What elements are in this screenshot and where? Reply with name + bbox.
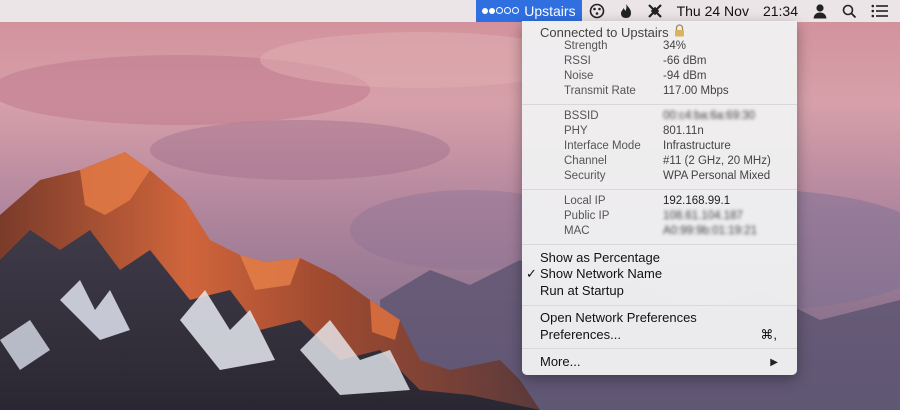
info-value: WPA Personal Mixed [663, 170, 771, 182]
menu-separator [522, 104, 797, 105]
wifi-status-menu-button[interactable]: Upstairs [476, 0, 582, 22]
preferences-shortcut: ⌘, [760, 327, 777, 342]
notification-center-icon[interactable] [864, 0, 900, 22]
info-key: Local IP [564, 195, 606, 207]
info-key: PHY [564, 125, 588, 137]
info-value: #11 (2 GHz, 20 MHz) [663, 155, 771, 167]
info-row-local-ip: Local IP 192.168.99.1 [564, 195, 794, 210]
connection-header: Connected to Upstairs [540, 24, 685, 40]
info-key: Transmit Rate [564, 85, 636, 97]
info-key: Public IP [564, 210, 610, 222]
user-icon[interactable] [805, 0, 835, 22]
info-row-phy: PHY 801.11n [564, 125, 794, 140]
wifi-network-name: Upstairs [524, 3, 576, 19]
info-row-bssid: BSSID 00:c4:ba:6a:69:30 [564, 110, 794, 125]
info-row-rssi: RSSI -66 dBm [564, 55, 794, 70]
info-row-mac: MAC A0:99:9b:01:19:21 [564, 225, 794, 240]
info-row-channel: Channel #11 (2 GHz, 20 MHz) [564, 155, 794, 170]
connected-network-label: Connected to Upstairs [540, 24, 669, 40]
show-as-percentage-menu-item[interactable]: Show as Percentage [540, 250, 790, 267]
info-key: RSSI [564, 55, 591, 67]
info-value: 801.11n [663, 125, 704, 137]
flame-app-icon[interactable] [612, 0, 640, 22]
tools-app-icon[interactable] [640, 0, 670, 22]
info-row-strength: Strength 34% [564, 40, 794, 55]
preferences-menu-item[interactable]: Preferences... ⌘, [540, 327, 790, 344]
info-row-noise: Noise -94 dBm [564, 70, 794, 85]
info-value: Infrastructure [663, 140, 731, 152]
show-network-name-label: Show Network Name [540, 266, 663, 281]
wifi-status-dropdown-menu: Connected to Upstairs Strength 34% RSSI -6… [522, 21, 797, 375]
info-value: -94 dBm [663, 70, 707, 82]
menu-bar: Upstairs Thu 24 Nov 21:34 [0, 0, 900, 22]
menu-separator [522, 189, 797, 190]
menu-separator [522, 348, 797, 349]
info-key: Strength [564, 40, 608, 52]
more-menu-item[interactable]: More... ▶ [540, 354, 790, 371]
clock-time[interactable]: 21:34 [756, 0, 805, 22]
info-row-transmit-rate: Transmit Rate 117.00 Mbps [564, 85, 794, 100]
spotlight-search-icon[interactable] [835, 0, 864, 22]
info-value: 192.168.99.1 [663, 195, 731, 207]
info-value-redacted: 00:c4:ba:6a:69:30 [663, 110, 756, 122]
info-value: 117.00 Mbps [663, 85, 729, 97]
info-key: Channel [564, 155, 607, 167]
lock-icon [674, 24, 685, 40]
checkmark-icon: ✓ [526, 266, 537, 281]
info-row-interface-mode: Interface Mode Infrastructure [564, 140, 794, 155]
submenu-arrow-icon: ▶ [770, 357, 778, 368]
more-label: More... [540, 354, 581, 369]
preferences-label: Preferences... [540, 327, 621, 342]
menu-separator [522, 244, 797, 245]
info-key: BSSID [564, 110, 599, 122]
info-value-redacted: A0:99:9b:01:19:21 [663, 225, 757, 237]
show-network-name-menu-item[interactable]: ✓ Show Network Name [526, 266, 790, 283]
info-key: Interface Mode [564, 140, 641, 152]
info-value: -66 dBm [663, 55, 707, 67]
wifi-strength-icon [482, 6, 520, 16]
info-row-security: Security WPA Personal Mixed [564, 170, 794, 185]
info-row-public-ip: Public IP 108.61.104.187 [564, 210, 794, 225]
monitor-app-icon[interactable] [582, 0, 612, 22]
run-at-startup-menu-item[interactable]: Run at Startup [540, 283, 790, 300]
info-value: 34% [663, 40, 687, 52]
info-value-redacted: 108.61.104.187 [663, 210, 743, 222]
open-network-preferences-menu-item[interactable]: Open Network Preferences [540, 310, 790, 327]
info-key: MAC [564, 225, 590, 237]
info-key: Noise [564, 70, 594, 82]
info-key: Security [564, 170, 606, 182]
menu-separator [522, 305, 797, 306]
date-label: Thu 24 Nov [676, 3, 749, 19]
